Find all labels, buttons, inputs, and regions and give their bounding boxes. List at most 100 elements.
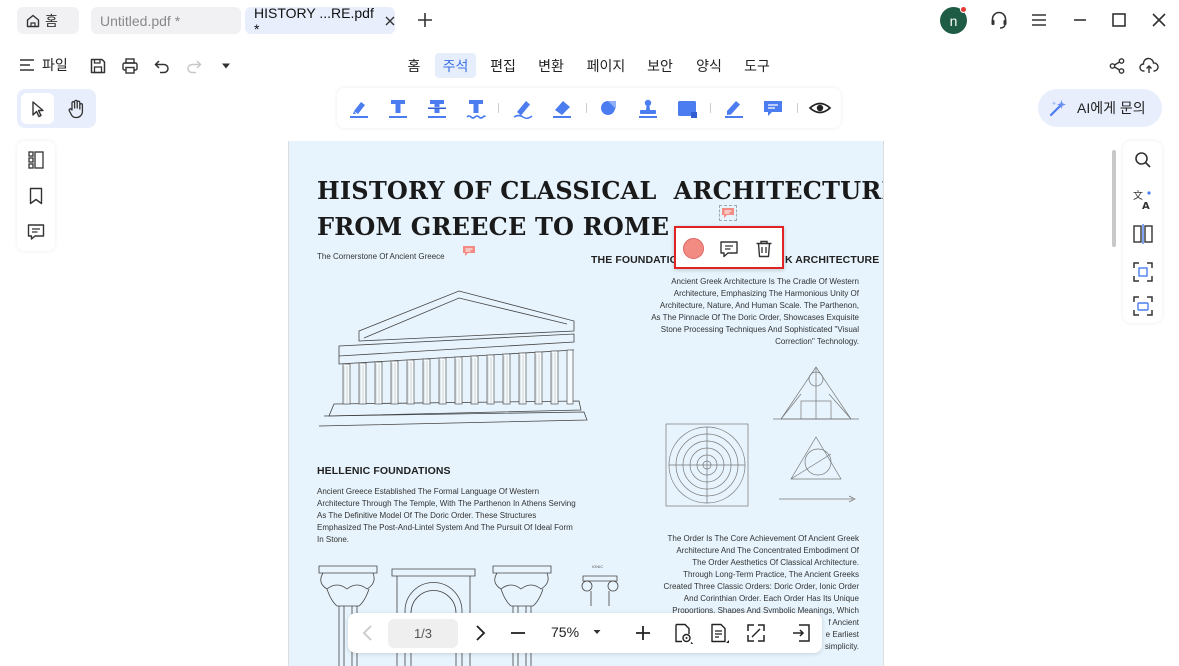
- subtitle-comment-marker[interactable]: [461, 244, 477, 258]
- strikethrough-text-button[interactable]: [425, 96, 449, 120]
- view-page-icon: [675, 623, 693, 644]
- document-lines-icon: [711, 623, 729, 643]
- select-tool-button[interactable]: [21, 93, 54, 124]
- cloud-upload-button[interactable]: [1137, 54, 1161, 78]
- add-note-button[interactable]: [718, 238, 740, 260]
- minimize-button[interactable]: [1068, 8, 1092, 32]
- comment-tool-button[interactable]: [761, 96, 785, 120]
- plus-icon: [636, 626, 650, 640]
- comments-button[interactable]: [24, 220, 48, 244]
- ask-ai-button[interactable]: AI에게 문의: [1038, 89, 1162, 127]
- ask-ai-label: AI에게 문의: [1077, 100, 1146, 116]
- translate-button[interactable]: 文A: [1131, 188, 1155, 212]
- close-icon[interactable]: [385, 16, 395, 26]
- cloud-upload-icon: [1139, 57, 1159, 73]
- text-line: And Corinthian Order. Each Order Has Its…: [683, 594, 859, 603]
- hand-tool-button[interactable]: [60, 93, 91, 124]
- tab-home-label: 홈: [45, 12, 58, 29]
- support-button[interactable]: [987, 8, 1011, 32]
- pencil-tool-button[interactable]: [511, 96, 535, 120]
- capture-icon: [1133, 296, 1153, 316]
- thumbnails-button[interactable]: [24, 148, 48, 172]
- text-line: The Order Aesthetics Of Classical Archit…: [692, 558, 859, 567]
- text-box-tool-button[interactable]: [675, 96, 699, 120]
- previous-page-button[interactable]: [359, 623, 377, 643]
- text-line: Emphasized The Post-And-Lintel System An…: [317, 523, 573, 532]
- document-title-line-2: FROM GREECE TO ROME: [317, 212, 670, 241]
- menu-page[interactable]: 페이지: [582, 53, 630, 78]
- delete-annotation-button[interactable]: [753, 238, 775, 260]
- translate-icon: 文A: [1133, 189, 1151, 211]
- menu-annotate[interactable]: 주석: [435, 53, 476, 78]
- comment-note-icon: [722, 208, 734, 218]
- document-title: HISTORY OF CLASSICAL ARCHITECTURE: FROM …: [317, 173, 883, 245]
- page-number-field[interactable]: 1/3: [388, 619, 458, 648]
- share-button[interactable]: [1105, 54, 1129, 78]
- exit-fullscreen-button[interactable]: [790, 622, 812, 644]
- underline-text-button[interactable]: [386, 96, 410, 120]
- signature-tool-button[interactable]: [722, 96, 746, 120]
- show-annotations-button[interactable]: [808, 96, 832, 120]
- highlight-tool-button[interactable]: [347, 96, 371, 120]
- compare-button[interactable]: [1131, 222, 1155, 246]
- compare-documents-icon: [1133, 224, 1153, 244]
- close-window-button[interactable]: [1147, 8, 1171, 32]
- text-line: Ancient Greece Established The Formal La…: [317, 487, 540, 496]
- menu-button[interactable]: [1027, 8, 1051, 32]
- menu-tools[interactable]: 도구: [740, 53, 774, 78]
- tab-history-pdf[interactable]: HISTORY ...RE.pdf *: [245, 5, 395, 37]
- menu-security[interactable]: 보안: [643, 53, 677, 78]
- pdf-page[interactable]: HISTORY OF CLASSICAL ARCHITECTURE: FROM …: [288, 141, 884, 666]
- tab-home[interactable]: 홈: [17, 7, 79, 34]
- thumbnails-icon: [28, 151, 44, 169]
- menu-form[interactable]: 양식: [692, 53, 726, 78]
- comment-icon: [764, 101, 782, 116]
- chevron-left-icon: [362, 625, 372, 641]
- printer-icon: [122, 58, 138, 74]
- print-button[interactable]: [118, 54, 142, 78]
- redo-button[interactable]: [182, 54, 206, 78]
- bookmarks-button[interactable]: [24, 184, 48, 208]
- avatar-letter: n: [949, 12, 958, 29]
- new-tab-button[interactable]: [413, 8, 437, 32]
- screen-capture-button[interactable]: [1131, 294, 1155, 318]
- headset-icon: [991, 11, 1007, 29]
- quick-access-dropdown[interactable]: [214, 54, 238, 78]
- save-button[interactable]: [86, 54, 110, 78]
- annotation-color-button[interactable]: [683, 238, 704, 259]
- comment-annotation-marker[interactable]: [719, 205, 737, 221]
- menu-convert[interactable]: 변환: [534, 53, 568, 78]
- stamp-tool-button[interactable]: [636, 96, 660, 120]
- search-button[interactable]: [1131, 148, 1155, 172]
- squiggly-text-button[interactable]: [464, 96, 488, 120]
- undo-icon: [154, 60, 169, 74]
- notification-badge: [960, 6, 967, 13]
- zoom-out-button[interactable]: [508, 623, 528, 643]
- toolbar-separator: [498, 103, 499, 113]
- eraser-tool-button[interactable]: [550, 96, 574, 120]
- page-navigation-bar: 1/3 75%: [348, 613, 822, 653]
- menu-edit[interactable]: 편집: [486, 53, 520, 78]
- maximize-button[interactable]: [1107, 8, 1131, 32]
- zoom-in-button[interactable]: [633, 623, 653, 643]
- shape-tool-button[interactable]: [597, 96, 621, 120]
- comment-icon: [720, 241, 738, 258]
- cursor-arrow-icon: [31, 100, 44, 117]
- zoom-level-dropdown[interactable]: 75%: [551, 624, 611, 640]
- minus-icon: [511, 632, 525, 634]
- highlighter-icon: [350, 102, 368, 118]
- tab-untitled[interactable]: Untitled.pdf *: [91, 7, 241, 34]
- text-line: Correction" Technology.: [775, 337, 859, 346]
- page-layout-button[interactable]: [708, 622, 730, 644]
- file-menu[interactable]: 파일: [19, 55, 68, 75]
- menu-home[interactable]: 홈: [402, 53, 426, 78]
- ocr-button[interactable]: [1131, 260, 1155, 284]
- next-page-button[interactable]: [471, 623, 489, 643]
- left-sidebar: [17, 141, 55, 251]
- reading-mode-button[interactable]: [672, 622, 694, 644]
- text-line: Architecture, Nature, And Human Scale. T…: [659, 301, 859, 310]
- proportion-diagrams: [665, 366, 859, 507]
- fit-page-button[interactable]: [745, 622, 767, 644]
- undo-button[interactable]: [150, 54, 174, 78]
- vertical-scrollbar[interactable]: [1112, 150, 1116, 247]
